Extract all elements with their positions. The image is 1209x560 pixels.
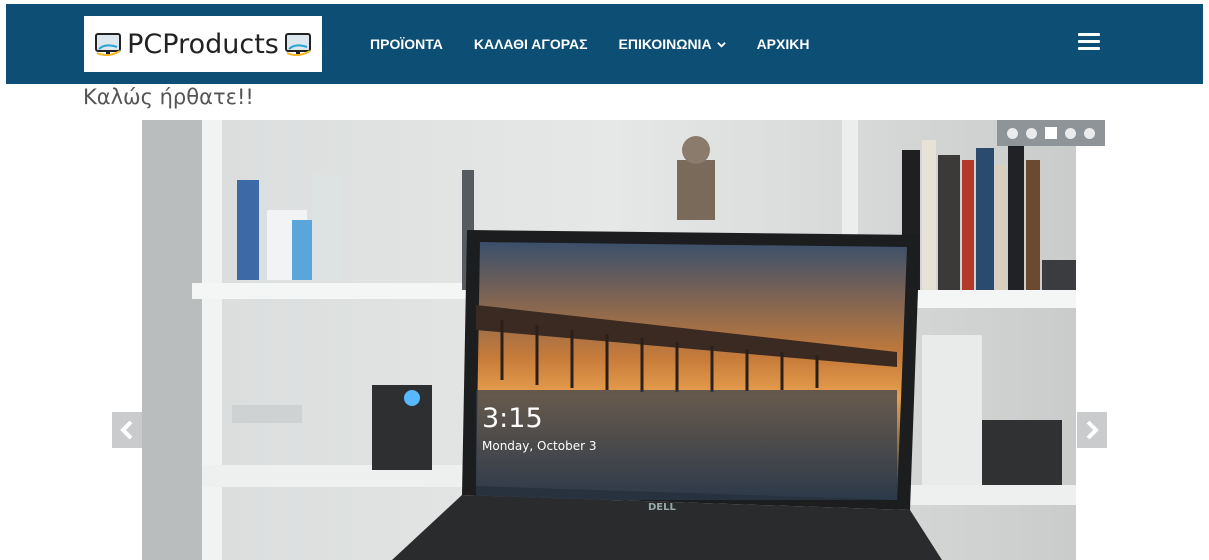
- carousel-indicators: [997, 120, 1105, 146]
- hero-carousel[interactable]: 3:15 Monday, October 3 DELL: [142, 120, 1076, 560]
- top-navbar: PCProducts ΠΡΟΪΟΝΤΑ ΚΑΛΑΘΙ ΑΓΟΡΑΣ ΕΠΙΚΟΙ…: [6, 4, 1203, 84]
- slide-laptop-brand: DELL: [648, 502, 676, 513]
- carousel-dot[interactable]: [1084, 127, 1095, 139]
- nav-link-products[interactable]: ΠΡΟΪΟΝΤΑ: [370, 36, 443, 52]
- slide-screen-time: 3:15: [482, 403, 543, 434]
- nav-link-label: ΕΠΙΚΟΙΝΩΝΙΑ: [618, 36, 712, 52]
- hamburger-icon[interactable]: [1078, 33, 1100, 50]
- main-menu: ΠΡΟΪΟΝΤΑ ΚΑΛΑΘΙ ΑΓΟΡΑΣ ΕΠΙΚΟΙΝΩΝΙΑ ΑΡΧΙΚ…: [370, 4, 840, 84]
- logo-text: PCProducts: [127, 28, 279, 60]
- chevron-down-icon: [716, 41, 726, 48]
- brand-logo[interactable]: PCProducts: [84, 16, 322, 72]
- nav-link-label: ΑΡΧΙΚΗ: [756, 36, 810, 52]
- nav-link-label: ΚΑΛΑΘΙ ΑΓΟΡΑΣ: [473, 36, 588, 52]
- slide-screen-date: Monday, October 3: [482, 439, 597, 453]
- carousel-prev-button[interactable]: [112, 412, 142, 448]
- carousel-dot-active[interactable]: [1045, 127, 1057, 139]
- monitor-icon: [284, 33, 311, 57]
- carousel-dot[interactable]: [1065, 127, 1076, 139]
- chevron-right-icon: [1086, 420, 1099, 440]
- monitor-icon: [95, 33, 122, 57]
- carousel-dot[interactable]: [1007, 127, 1018, 139]
- nav-link-cart[interactable]: ΚΑΛΑΘΙ ΑΓΟΡΑΣ: [474, 36, 588, 52]
- nav-link-label: ΠΡΟΪΟΝΤΑ: [370, 36, 443, 52]
- welcome-heading: Καλώς ήρθατε!!: [83, 85, 254, 109]
- chevron-left-icon: [120, 420, 133, 440]
- nav-link-home[interactable]: ΑΡΧΙΚΗ: [757, 36, 810, 52]
- slide-image-laptop: [142, 120, 1076, 560]
- carousel-next-button[interactable]: [1077, 412, 1107, 448]
- nav-link-contact-dropdown[interactable]: ΕΠΙΚΟΙΝΩΝΙΑ: [619, 36, 726, 52]
- carousel-dot[interactable]: [1026, 127, 1037, 139]
